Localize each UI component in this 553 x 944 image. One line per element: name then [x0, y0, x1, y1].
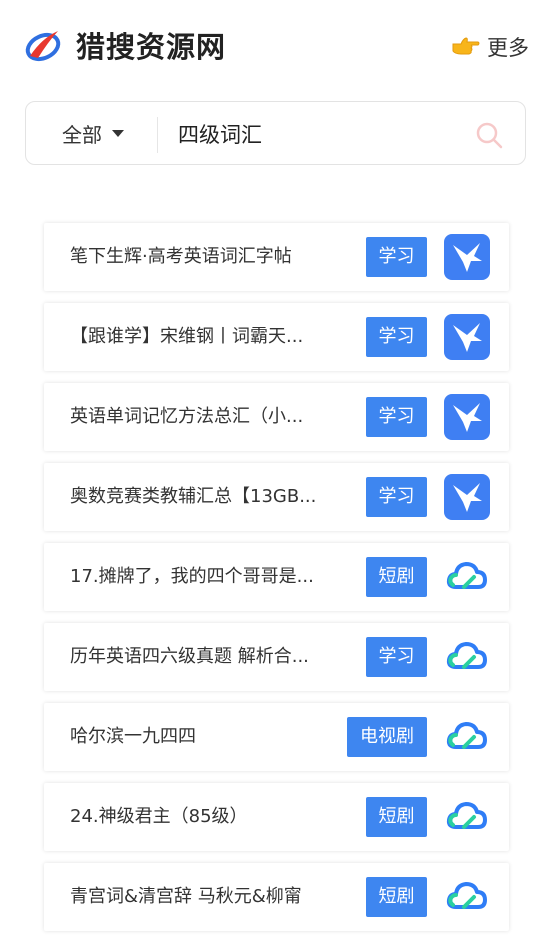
brand-logo-icon[interactable]	[24, 28, 62, 62]
category-tag: 学习	[366, 637, 427, 677]
pointing-hand-icon	[452, 37, 480, 55]
xunlei-bird-icon[interactable]	[444, 234, 490, 280]
cloud-drive-icon[interactable]	[444, 874, 490, 920]
result-list: 笔下生辉·高考英语词汇字帖 学习 【跟谁学】宋维钢丨词霸天... 学习 英语单词…	[44, 223, 509, 943]
more-label: 更多	[487, 36, 529, 60]
cloud-drive-icon[interactable]	[444, 634, 490, 680]
search-input[interactable]	[176, 112, 460, 156]
header: 猎搜资源网 更多	[0, 0, 553, 92]
result-row[interactable]: 哈尔滨一九四四 电视剧	[44, 703, 509, 771]
site-title[interactable]: 猎搜资源网	[76, 24, 226, 66]
result-title[interactable]: 【跟谁学】宋维钢丨词霸天...	[70, 303, 303, 371]
result-row[interactable]: 青宫词&清宫辞 马秋元&柳甯 短剧	[44, 863, 509, 931]
result-title[interactable]: 17.摊牌了，我的四个哥哥是...	[70, 543, 314, 611]
category-select[interactable]: 全部	[62, 102, 124, 164]
category-label: 全部	[62, 122, 102, 147]
result-row[interactable]: 【跟谁学】宋维钢丨词霸天... 学习	[44, 303, 509, 371]
result-title[interactable]: 哈尔滨一九四四	[70, 703, 196, 771]
result-title[interactable]: 青宫词&清宫辞 马秋元&柳甯	[70, 863, 302, 931]
category-tag: 短剧	[366, 797, 427, 837]
result-title[interactable]: 奥数竞赛类教辅汇总【13GB...	[70, 463, 316, 531]
category-tag: 短剧	[366, 877, 427, 917]
category-tag: 学习	[366, 237, 427, 277]
xunlei-bird-icon[interactable]	[444, 394, 490, 440]
cloud-drive-icon[interactable]	[444, 714, 490, 760]
category-tag: 学习	[366, 477, 427, 517]
cloud-drive-icon[interactable]	[444, 554, 490, 600]
result-row[interactable]: 奥数竞赛类教辅汇总【13GB... 学习	[44, 463, 509, 531]
divider	[157, 117, 158, 153]
result-row[interactable]: 17.摊牌了，我的四个哥哥是... 短剧	[44, 543, 509, 611]
result-title[interactable]: 历年英语四六级真题 解析合...	[70, 623, 309, 691]
cloud-drive-icon[interactable]	[444, 794, 490, 840]
result-row[interactable]: 24.神级君主（85级） 短剧	[44, 783, 509, 851]
result-row[interactable]: 历年英语四六级真题 解析合... 学习	[44, 623, 509, 691]
xunlei-bird-icon[interactable]	[444, 314, 490, 360]
result-title[interactable]: 24.神级君主（85级）	[70, 783, 248, 851]
more-button[interactable]: 更多	[451, 32, 529, 62]
search-bar: 全部	[25, 101, 526, 165]
xunlei-bird-icon[interactable]	[444, 474, 490, 520]
category-tag: 学习	[366, 397, 427, 437]
search-icon[interactable]	[475, 121, 503, 149]
result-title[interactable]: 英语单词记忆方法总汇（小...	[70, 383, 303, 451]
caret-down-icon	[112, 129, 124, 137]
category-tag: 电视剧	[347, 717, 427, 757]
category-tag: 学习	[366, 317, 427, 357]
result-row[interactable]: 英语单词记忆方法总汇（小... 学习	[44, 383, 509, 451]
category-tag: 短剧	[366, 557, 427, 597]
result-row[interactable]: 笔下生辉·高考英语词汇字帖 学习	[44, 223, 509, 291]
result-title[interactable]: 笔下生辉·高考英语词汇字帖	[70, 223, 292, 291]
